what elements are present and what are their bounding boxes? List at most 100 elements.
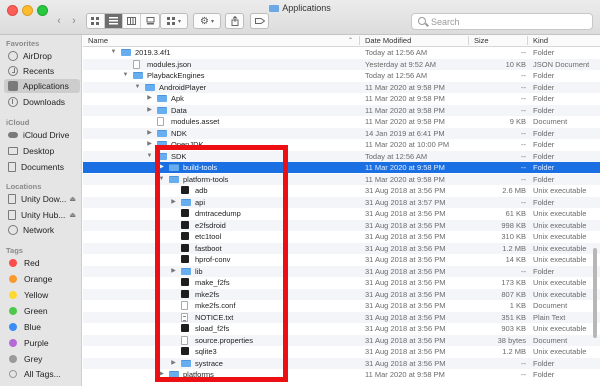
file-name: mke2fs.conf [195, 301, 236, 310]
file-kind: Folder [533, 358, 555, 368]
sidebar-section-locations: Locations [6, 182, 42, 191]
search-icon [418, 17, 426, 25]
disclosure-collapsed-icon[interactable]: ▶ [146, 93, 153, 104]
file-row[interactable]: fastboot 31 Aug 2018 at 3:56 PM 1.2 MB Unix… [83, 242, 600, 254]
file-row[interactable]: ▶ Apk 11 Mar 2020 at 9:58 PM -- Folder [83, 93, 600, 104]
file-kind: Folder [533, 82, 555, 92]
executable-icon [181, 289, 189, 298]
file-row[interactable]: ▶ Data 11 Mar 2020 at 9:58 PM -- Folder [83, 104, 600, 116]
disclosure-collapsed-icon[interactable]: ▶ [146, 105, 153, 116]
column-header: Name ⌃ Date Modified Size Kind [83, 35, 600, 47]
disclosure-collapsed-icon[interactable]: ▶ [170, 358, 177, 369]
sidebar-item-downloads[interactable]: Downloads [4, 95, 80, 109]
file-row[interactable]: ▶ platforms 11 Mar 2020 at 9:58 PM -- Folder [83, 369, 600, 380]
scrollbar[interactable] [593, 48, 598, 384]
file-row[interactable]: ▼ AndroidPlayer 11 Mar 2020 at 9:58 PM -- Fo… [83, 81, 600, 93]
eject-icon[interactable]: ⏏ [69, 211, 76, 219]
file-row[interactable]: modules.json Yesterday at 9:52 AM 10 KB JSO… [83, 58, 600, 70]
forward-button[interactable]: › [67, 15, 81, 28]
sidebar-item-applications[interactable]: Applications [4, 79, 80, 93]
file-date-modified: 11 Mar 2020 at 9:58 PM [365, 117, 445, 126]
file-date-modified: 31 Aug 2018 at 3:56 PM [365, 347, 446, 356]
sidebar-item-desktop[interactable]: Desktop [4, 144, 80, 158]
file-row[interactable]: source.properties 31 Aug 2018 at 3:56 PM 3… [83, 334, 600, 346]
column-divider[interactable] [527, 36, 528, 45]
disclosure-expanded-icon[interactable]: ▼ [146, 151, 153, 162]
search-input[interactable] [431, 16, 589, 28]
back-button[interactable]: ‹ [52, 15, 66, 28]
file-date-modified: 31 Aug 2018 at 3:56 PM [365, 243, 446, 253]
file-row[interactable]: ▶ api 31 Aug 2018 at 3:57 PM -- Folder [83, 196, 600, 208]
file-row[interactable]: ▶ build-tools 11 Mar 2020 at 9:58 PM -- Fold… [83, 162, 600, 173]
file-row[interactable]: mke2fs.conf 31 Aug 2018 at 3:56 PM 1 KB Doc… [83, 300, 600, 311]
sidebar-tag-red[interactable]: Red [4, 256, 80, 270]
file-row[interactable]: ▼ 2019.3.4f1 Today at 12:56 AM -- Folder [83, 47, 600, 58]
file-row[interactable]: modules.asset 11 Mar 2020 at 9:58 PM 9 KB D… [83, 116, 600, 127]
scrollbar-thumb[interactable] [593, 248, 597, 338]
file-row[interactable]: e2fsdroid 31 Aug 2018 at 3:56 PM 998 KB Uni… [83, 219, 600, 231]
disclosure-collapsed-icon[interactable]: ▶ [158, 369, 165, 380]
file-row[interactable]: ▼ SDK Today at 12:56 AM -- Folder [83, 150, 600, 162]
file-row[interactable]: make_f2fs 31 Aug 2018 at 3:56 PM 173 KB Uni… [83, 277, 600, 288]
sidebar-item-recents[interactable]: Recents [4, 64, 80, 78]
disclosure-collapsed-icon[interactable]: ▶ [158, 162, 165, 173]
window-title: Applications [0, 3, 600, 13]
group-button[interactable]: ▾ [160, 13, 188, 29]
sidebar-tag-orange[interactable]: Orange [4, 272, 80, 286]
file-row[interactable]: ▶ systrace 31 Aug 2018 at 3:56 PM -- Folder [83, 357, 600, 369]
column-header-date[interactable]: Date Modified [365, 36, 411, 47]
file-row[interactable]: ▶ OpenJDK 11 Mar 2020 at 10:00 PM -- Folder [83, 139, 600, 150]
disclosure-collapsed-icon[interactable]: ▶ [146, 139, 153, 150]
disclosure-collapsed-icon[interactable]: ▶ [170, 197, 177, 208]
disclosure-expanded-icon[interactable]: ▼ [122, 70, 129, 81]
sidebar-tag-purple[interactable]: Purple [4, 336, 80, 350]
sidebar-tag-green[interactable]: Green [4, 304, 80, 318]
desktop-icon [8, 147, 18, 155]
sidebar-tag-blue[interactable]: Blue [4, 320, 80, 334]
disclosure-collapsed-icon[interactable]: ▶ [170, 266, 177, 277]
sidebar-item-network[interactable]: Network [4, 223, 80, 237]
tags-button[interactable] [250, 13, 269, 29]
disclosure-expanded-icon[interactable]: ▼ [134, 82, 141, 93]
file-row[interactable]: dmtracedump 31 Aug 2018 at 3:56 PM 61 KB Un… [83, 208, 600, 219]
sidebar-item-icloud-drive[interactable]: iCloud Drive [4, 128, 80, 142]
file-row[interactable]: mke2fs 31 Aug 2018 at 3:56 PM 807 KB Unix e… [83, 288, 600, 300]
share-button[interactable] [225, 13, 244, 29]
column-header-name[interactable]: Name [88, 36, 108, 47]
column-divider[interactable] [468, 36, 469, 45]
file-row[interactable]: ▶ lib 31 Aug 2018 at 3:56 PM -- Folder [83, 265, 600, 277]
disclosure-collapsed-icon[interactable]: ▶ [146, 128, 153, 139]
sidebar-all-tags[interactable]: All Tags... [4, 367, 80, 381]
column-divider[interactable] [359, 36, 360, 45]
file-row[interactable]: ▼ platform-tools 11 Mar 2020 at 9:58 PM -- F… [83, 173, 600, 185]
column-header-kind[interactable]: Kind [533, 36, 548, 47]
file-name: api [195, 197, 206, 207]
file-date-modified: 11 Mar 2020 at 9:58 PM [365, 174, 445, 184]
sidebar-item-unity-download[interactable]: Unity Dow... ⏏ [4, 192, 80, 206]
file-row[interactable]: ▶ NDK 14 Jan 2019 at 6:41 PM -- Folder [83, 127, 600, 139]
file-row[interactable]: adb 31 Aug 2018 at 3:56 PM 2.6 MB Unix exec… [83, 185, 600, 196]
file-row[interactable]: sqlite3 31 Aug 2018 at 3:56 PM 1.2 MB Unix … [83, 346, 600, 357]
file-row[interactable]: sload_f2fs 31 Aug 2018 at 3:56 PM 903 KB Un… [83, 323, 600, 334]
file-row[interactable]: NOTICE.txt 31 Aug 2018 at 3:56 PM 351 KB Pl… [83, 311, 600, 323]
column-view-button[interactable] [123, 14, 141, 28]
disclosure-expanded-icon[interactable]: ▼ [110, 47, 117, 58]
action-button[interactable]: ⚙ ▾ [193, 13, 221, 29]
file-kind: Document [533, 335, 568, 345]
file-row[interactable]: hprof-conv 31 Aug 2018 at 3:56 PM 14 KB Uni… [83, 254, 600, 265]
sidebar-item-documents[interactable]: Documents [4, 160, 80, 174]
sidebar-item-airdrop[interactable]: AirDrop [4, 49, 80, 63]
file-kind: Unix executable [533, 255, 587, 264]
icon-view-button[interactable] [87, 14, 105, 28]
sidebar-item-unity-hub[interactable]: Unity Hub... ⏏ [4, 208, 80, 222]
file-row[interactable]: ▼ PlaybackEngines Today at 12:56 AM -- Folde… [83, 70, 600, 81]
sidebar-tag-grey[interactable]: Grey [4, 352, 80, 366]
search-field[interactable] [411, 13, 593, 30]
list-view-button[interactable] [105, 14, 123, 28]
disclosure-expanded-icon[interactable]: ▼ [158, 174, 165, 185]
gallery-view-button[interactable] [141, 14, 159, 28]
eject-icon[interactable]: ⏏ [69, 195, 76, 203]
file-row[interactable]: etc1tool 31 Aug 2018 at 3:56 PM 310 KB Unix… [83, 231, 600, 242]
column-header-size[interactable]: Size [474, 36, 489, 47]
sidebar-tag-yellow[interactable]: Yellow [4, 288, 80, 302]
